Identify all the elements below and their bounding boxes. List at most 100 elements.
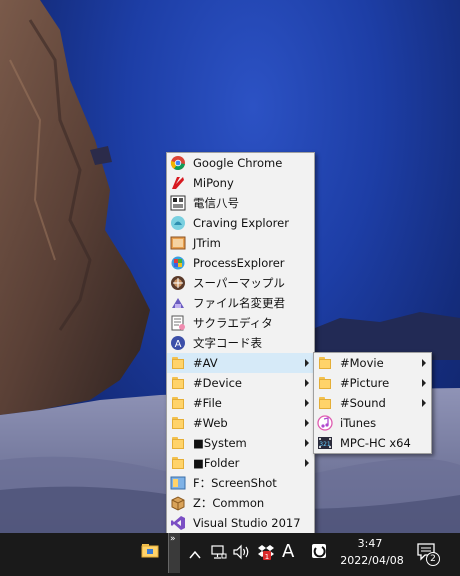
menu-item-label: Z：Common — [193, 496, 265, 510]
menu-item-label: F：ScreenShot — [193, 476, 277, 490]
submenu-arrow-icon — [422, 399, 426, 407]
av-submenu: #Movie #Picture #Sound iTunes 321 MPC-HC… — [313, 352, 432, 454]
menu-item-av-folder[interactable]: #AV — [167, 353, 314, 373]
menu-item-process-explorer[interactable]: ProcessExplorer — [167, 253, 314, 273]
supermapple-icon — [170, 275, 186, 291]
visual-studio-icon — [170, 515, 186, 531]
clipboard-app-icon[interactable] — [311, 543, 327, 559]
mpc-hc-icon: 321 — [317, 435, 333, 451]
submenu-arrow-icon — [422, 359, 426, 367]
clock-date[interactable]: 2022/04/08 — [336, 554, 408, 567]
chrome-icon — [170, 155, 186, 171]
menu-item-label: サクラエディタ — [193, 316, 273, 330]
menu-item-label: #Movie — [340, 356, 384, 370]
menu-item-mipony[interactable]: MiPony — [167, 173, 314, 193]
denshin-icon — [170, 195, 186, 211]
itunes-icon — [317, 415, 333, 431]
menu-item-label: #Picture — [340, 376, 390, 390]
menu-item-jtrim[interactable]: JTrim — [167, 233, 314, 253]
folder-icon — [170, 395, 186, 411]
submenu-item-sound-folder[interactable]: #Sound — [314, 393, 431, 413]
menu-item-label: #AV — [193, 356, 218, 370]
jtrim-icon — [170, 235, 186, 251]
menu-item-sakura-editor[interactable]: サクラエディタ — [167, 313, 314, 333]
network-icon[interactable] — [211, 544, 227, 560]
submenu-arrow-icon — [305, 359, 309, 367]
menu-item-screenshot-drive[interactable]: F：ScreenShot — [167, 473, 314, 493]
menu-item-label: 文字コード表 — [193, 336, 262, 350]
process-explorer-icon — [170, 255, 186, 271]
action-center-button[interactable]: 2 — [417, 542, 443, 568]
menu-item-common-drive[interactable]: Z：Common — [167, 493, 314, 513]
craving-explorer-icon — [170, 215, 186, 231]
menu-item-label: MPC-HC x64 — [340, 436, 411, 450]
menu-item-label: Google Chrome — [193, 156, 283, 170]
menu-item-folder-folder[interactable]: ■Folder — [167, 453, 314, 473]
menu-item-file-folder[interactable]: #File — [167, 393, 314, 413]
folder-icon — [170, 375, 186, 391]
menu-item-label: Visual Studio 2017 — [193, 516, 301, 530]
submenu-arrow-icon — [422, 379, 426, 387]
menu-item-label: ファイル名変更君 — [193, 296, 285, 310]
menu-item-label: ■Folder — [193, 456, 240, 470]
submenu-arrow-icon — [305, 439, 309, 447]
svg-text:321: 321 — [319, 441, 331, 448]
submenu-item-picture-folder[interactable]: #Picture — [314, 373, 431, 393]
menu-item-label: ProcessExplorer — [193, 256, 285, 270]
menu-item-label: JTrim — [193, 236, 221, 250]
submenu-item-mpc-hc[interactable]: 321 MPC-HC x64 — [314, 433, 431, 453]
submenu-arrow-icon — [305, 459, 309, 467]
folder-icon — [170, 435, 186, 451]
folder-icon — [170, 455, 186, 471]
submenu-arrow-icon — [305, 419, 309, 427]
folder-toolbar-icon[interactable] — [141, 542, 159, 558]
menu-item-supermapple[interactable]: スーパーマップル — [167, 273, 314, 293]
notification-count-badge: 2 — [426, 552, 440, 566]
svg-text:1: 1 — [265, 553, 269, 561]
menu-item-device-folder[interactable]: #Device — [167, 373, 314, 393]
mipony-icon — [170, 175, 186, 191]
menu-item-web-folder[interactable]: #Web — [167, 413, 314, 433]
menu-item-label: 電信八号 — [193, 196, 239, 210]
sakura-editor-icon — [170, 315, 186, 331]
menu-item-denshin[interactable]: 電信八号 — [167, 193, 314, 213]
menu-item-label: MiPony — [193, 176, 234, 190]
submenu-item-itunes[interactable]: iTunes — [314, 413, 431, 433]
chevron-up-icon[interactable] — [189, 546, 201, 559]
rename-icon — [170, 295, 186, 311]
menu-item-visual-studio[interactable]: Visual Studio 2017 — [167, 513, 314, 533]
folder-icon — [317, 395, 333, 411]
drive-icon — [170, 475, 186, 491]
folder-icon — [170, 415, 186, 431]
menu-item-label: ■System — [193, 436, 247, 450]
taskbar: » 1 A 3:47 2022/04/08 2 — [0, 533, 460, 576]
menu-item-label: Craving Explorer — [193, 216, 289, 230]
charmap-icon: A — [170, 335, 186, 351]
svg-text:A: A — [175, 339, 182, 350]
submenu-arrow-icon — [305, 379, 309, 387]
folder-icon — [317, 355, 333, 371]
menu-item-system-folder[interactable]: ■System — [167, 433, 314, 453]
folder-icon — [317, 375, 333, 391]
menu-item-label: #Device — [193, 376, 242, 390]
submenu-item-movie-folder[interactable]: #Movie — [314, 353, 431, 373]
launcher-menu: Google Chrome MiPony 電信八号 Craving Explor… — [166, 152, 315, 535]
ime-mode-indicator[interactable]: A — [282, 541, 296, 563]
menu-item-label: #File — [193, 396, 222, 410]
volume-icon[interactable] — [233, 544, 251, 560]
menu-item-craving-explorer[interactable]: Craving Explorer — [167, 213, 314, 233]
box-icon — [170, 495, 186, 511]
clock-time[interactable]: 3:47 — [356, 537, 384, 550]
toolbar-chevron[interactable]: » — [168, 533, 180, 573]
menu-item-label: #Web — [193, 416, 228, 430]
menu-item-google-chrome[interactable]: Google Chrome — [167, 153, 314, 173]
menu-item-charmap[interactable]: A 文字コード表 — [167, 333, 314, 353]
menu-item-rename[interactable]: ファイル名変更君 — [167, 293, 314, 313]
dropbox-icon[interactable]: 1 — [257, 543, 275, 561]
menu-item-label: iTunes — [340, 416, 377, 430]
menu-item-label: スーパーマップル — [193, 276, 285, 290]
toolbar-chevron-label: » — [170, 534, 176, 544]
menu-item-label: #Sound — [340, 396, 386, 410]
submenu-arrow-icon — [305, 399, 309, 407]
folder-icon — [170, 355, 186, 371]
